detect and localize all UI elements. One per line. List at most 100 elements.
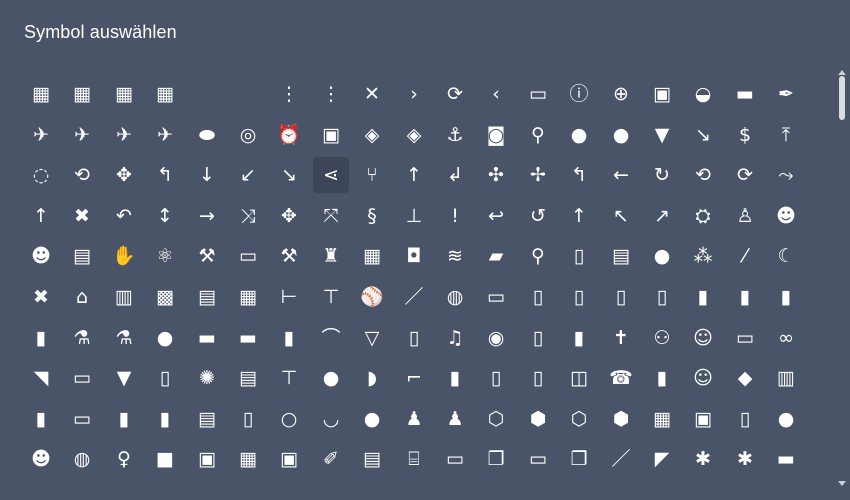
plane-icon[interactable]: ✈ [23,117,59,153]
cube-icon[interactable]: ⬡ [478,401,514,437]
toilet-paper-icon[interactable]: ▯ [520,320,556,356]
bone-cross-icon[interactable]: ✖ [23,279,59,315]
shirt-icon[interactable]: ▼ [644,117,680,153]
anchor-icon[interactable]: ⚓ [437,117,473,153]
plane-landing-icon[interactable]: ✈ [147,117,183,153]
copy-icon[interactable]: ❐ [478,441,514,477]
repeat-alt-icon[interactable]: ⟳ [727,157,763,193]
bottle-icon[interactable]: ◆ [727,360,763,396]
arrow-right-icon[interactable]: → [189,198,225,234]
broom-icon[interactable]: ◤ [644,441,680,477]
arrow-up-to-line-icon[interactable]: ⤒ [768,117,804,153]
battery-half-icon[interactable]: ▮ [685,279,721,315]
axe-icon[interactable]: ⚒ [271,238,307,274]
times-icon[interactable]: ✕ [354,76,390,112]
split-icon[interactable]: ⑂ [354,157,390,193]
arrow-down-icon[interactable]: ↓ [189,157,225,193]
gavel-icon[interactable]: ⚒ [189,238,225,274]
pen-nib-icon[interactable]: ✒ [768,76,804,112]
arrow-up-right-icon[interactable]: ↗ [644,198,680,234]
share-nodes-icon[interactable]: ⋖ [313,157,349,193]
blender-icon[interactable]: ▼ [106,360,142,396]
baguette-icon[interactable]: ⁄ [727,238,763,274]
backpack-icon[interactable]: ◘ [396,238,432,274]
vertical-scrollbar[interactable] [834,66,850,490]
toothbrush-icon[interactable]: ♀ [106,441,142,477]
balloon-icon[interactable]: ● [644,238,680,274]
briefcase-icon[interactable]: ▭ [437,441,473,477]
virus-icon[interactable]: ✺ [189,360,225,396]
battery-bolt-icon[interactable]: ▯ [520,279,556,315]
chart-file-icon[interactable]: ▦ [23,76,59,112]
boxes-icon[interactable]: ▦ [354,238,390,274]
bicycle-icon[interactable]: ⚇ [644,320,680,356]
chart-file-icon[interactable]: ▦ [64,76,100,112]
tape-icon[interactable]: ◒ [685,76,721,112]
flask-icon[interactable]: ⚗ [64,320,100,356]
blackboard-icon[interactable]: ▭ [64,360,100,396]
arrow-up-left-icon[interactable]: ↖ [603,198,639,234]
bomb-icon[interactable]: ● [313,360,349,396]
banana-icon[interactable]: ☾ [768,238,804,274]
cup-icon[interactable]: ▮ [561,320,597,356]
book-alt-icon[interactable]: ▯ [520,360,556,396]
arrow-down-right-icon[interactable]: ↘ [685,117,721,153]
redo-icon[interactable]: ↻ [644,157,680,193]
notebook-icon[interactable]: ▮ [644,360,680,396]
bed-icon[interactable]: ▬ [189,320,225,356]
bridge-icon[interactable]: ⌒ [313,320,349,356]
bowling-ball-icon[interactable]: ● [354,401,390,437]
book-bookmark-icon[interactable]: ▯ [478,360,514,396]
antenna-icon[interactable]: ⚲ [520,117,556,153]
ring-icon[interactable]: ○ [271,401,307,437]
android-icon[interactable]: ◙ [478,117,514,153]
receipt-icon[interactable]: ▯ [561,238,597,274]
long-arrow-up-icon[interactable]: ↑ [23,198,59,234]
box-icon[interactable]: ◈ [396,117,432,153]
split-up-icon[interactable]: ⊥ [396,198,432,234]
astronaut-icon[interactable]: ☻ [768,198,804,234]
blimp-icon[interactable]: ⬬ [189,117,225,153]
bug-icon[interactable]: ✱ [685,441,721,477]
barcode-icon[interactable]: ▥ [106,279,142,315]
ellipsis-vertical-thin-icon[interactable]: ⋮ [271,76,307,112]
square-dashed-icon[interactable]: ▣ [189,441,225,477]
basketball-hoop-icon[interactable]: ▭ [478,279,514,315]
arrow-down-right-icon[interactable]: ↘ [271,157,307,193]
bandage-icon[interactable]: ▬ [727,76,763,112]
long-arrow-up-icon[interactable]: ↑ [396,157,432,193]
basketball-icon[interactable]: ◍ [437,279,473,315]
books-icon[interactable]: ▥ [768,360,804,396]
bear-icon[interactable]: ● [147,320,183,356]
cross-arrows-icon[interactable]: ✖ [64,198,100,234]
bandaid-icon[interactable]: ▰ [478,238,514,274]
glasses-3d-icon[interactable]: ▭ [520,76,556,112]
jar-label-icon[interactable]: ▯ [230,401,266,437]
chevron-right-icon[interactable]: › [396,76,432,112]
chart-file-icon[interactable]: ▦ [106,76,142,112]
files-icon[interactable]: ▮ [23,401,59,437]
apple-fruit-icon[interactable]: ● [561,117,597,153]
beetle-icon[interactable]: ✱ [727,441,763,477]
repeat-icon[interactable]: ⟲ [685,157,721,193]
battery-empty-icon[interactable]: ▯ [603,279,639,315]
undo-icon[interactable]: ↶ [106,198,142,234]
boombox-icon[interactable]: ▭ [64,401,100,437]
pen-ruler-icon[interactable]: ✐ [313,441,349,477]
box-open-icon[interactable]: ◈ [354,117,390,153]
bread-icon[interactable]: ▬ [768,441,804,477]
calculator-icon[interactable]: ▤ [64,238,100,274]
calendar-icon[interactable]: ▤ [230,360,266,396]
atom-icon[interactable]: ⚛ [147,238,183,274]
box-dollar-icon[interactable]: ▦ [644,401,680,437]
box-full-icon[interactable]: ⬢ [520,401,556,437]
at-square-icon[interactable]: ▣ [644,76,680,112]
reply-icon[interactable]: ↩ [478,198,514,234]
beer-bottle-icon[interactable]: ▮ [271,320,307,356]
book-open-icon[interactable]: ◫ [561,360,597,396]
bacon-icon[interactable]: ≋ [437,238,473,274]
arrows-in-icon[interactable]: ✣ [478,157,514,193]
box-archive-icon[interactable]: ▯ [727,401,763,437]
ellipsis-vertical-icon[interactable]: ⋮ [313,76,349,112]
plus-circle-icon[interactable]: ⊕ [603,76,639,112]
